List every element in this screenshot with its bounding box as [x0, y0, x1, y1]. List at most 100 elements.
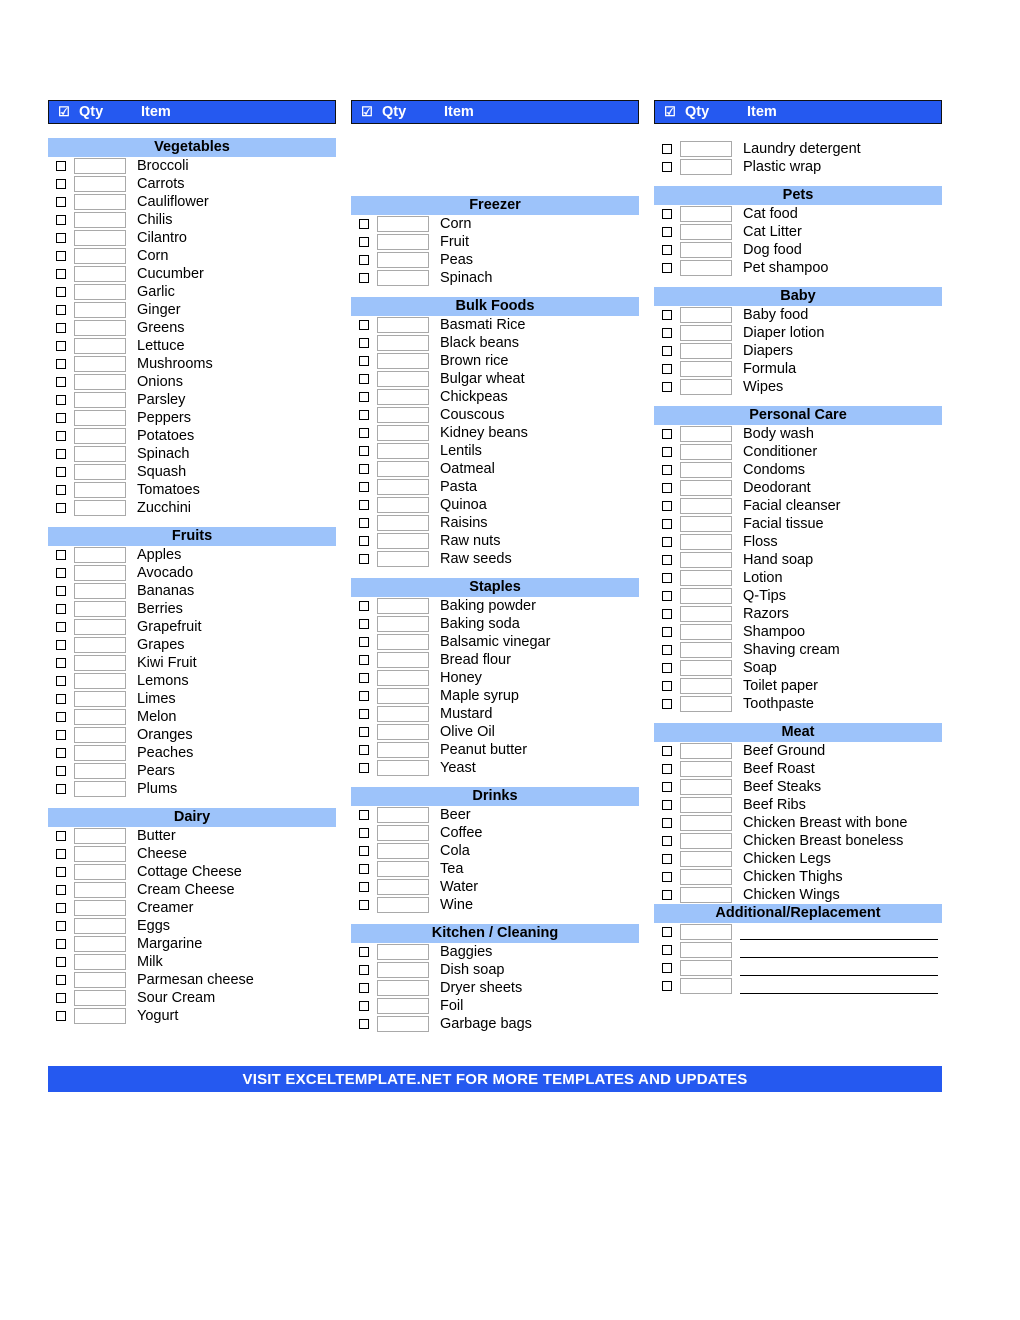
list-item[interactable]: Body wash [654, 425, 942, 443]
checkbox-icon[interactable] [48, 849, 74, 859]
qty-input[interactable] [74, 248, 126, 264]
list-item[interactable]: Plums [48, 780, 336, 798]
list-item[interactable] [654, 959, 942, 977]
checkbox-icon[interactable] [654, 162, 680, 172]
checkbox-icon[interactable] [48, 179, 74, 189]
qty-input[interactable] [377, 760, 429, 776]
checkbox-icon[interactable] [48, 975, 74, 985]
checkbox-icon[interactable] [351, 947, 377, 957]
qty-input[interactable] [74, 601, 126, 617]
checkbox-icon[interactable] [48, 1011, 74, 1021]
qty-input[interactable] [680, 815, 732, 831]
qty-input[interactable] [74, 392, 126, 408]
list-item[interactable]: Cola [351, 842, 639, 860]
qty-input[interactable] [377, 533, 429, 549]
checkbox-icon[interactable] [654, 501, 680, 511]
checkbox-icon[interactable] [48, 586, 74, 596]
qty-input[interactable] [680, 606, 732, 622]
list-item[interactable]: Apples [48, 546, 336, 564]
checkbox-icon[interactable] [351, 518, 377, 528]
qty-input[interactable] [74, 900, 126, 916]
list-item[interactable]: Lettuce [48, 337, 336, 355]
list-item[interactable]: Carrots [48, 175, 336, 193]
checkbox-icon[interactable] [654, 573, 680, 583]
list-item[interactable]: Chickpeas [351, 388, 639, 406]
qty-input[interactable] [377, 598, 429, 614]
qty-input[interactable] [680, 159, 732, 175]
qty-input[interactable] [377, 335, 429, 351]
checkbox-icon[interactable] [654, 746, 680, 756]
qty-input[interactable] [680, 869, 732, 885]
checkbox-icon[interactable] [351, 637, 377, 647]
qty-input[interactable] [377, 688, 429, 704]
list-item[interactable]: Diaper lotion [654, 324, 942, 342]
qty-input[interactable] [74, 655, 126, 671]
checkbox-icon[interactable] [351, 410, 377, 420]
qty-input[interactable] [74, 882, 126, 898]
checkbox-icon[interactable] [351, 601, 377, 611]
qty-input[interactable] [74, 583, 126, 599]
list-item[interactable]: Baby food [654, 306, 942, 324]
list-item[interactable]: Onions [48, 373, 336, 391]
qty-input[interactable] [74, 482, 126, 498]
qty-input[interactable] [680, 924, 732, 940]
qty-input[interactable] [377, 425, 429, 441]
blank-write-in-line[interactable] [740, 925, 938, 940]
qty-input[interactable] [680, 552, 732, 568]
list-item[interactable]: Grapefruit [48, 618, 336, 636]
qty-input[interactable] [377, 980, 429, 996]
list-item[interactable]: Lentils [351, 442, 639, 460]
checkbox-icon[interactable] [48, 640, 74, 650]
list-item[interactable]: Parmesan cheese [48, 971, 336, 989]
checkbox-icon[interactable] [48, 694, 74, 704]
qty-input[interactable] [680, 361, 732, 377]
qty-input[interactable] [377, 652, 429, 668]
qty-input[interactable] [680, 325, 732, 341]
list-item[interactable]: Cauliflower [48, 193, 336, 211]
qty-input[interactable] [377, 742, 429, 758]
qty-input[interactable] [680, 960, 732, 976]
qty-input[interactable] [74, 446, 126, 462]
checkbox-icon[interactable] [654, 328, 680, 338]
qty-input[interactable] [377, 879, 429, 895]
checkbox-icon[interactable] [48, 431, 74, 441]
list-item[interactable]: Facial tissue [654, 515, 942, 533]
list-item[interactable]: Oranges [48, 726, 336, 744]
list-item[interactable]: Dish soap [351, 961, 639, 979]
checkbox-icon[interactable] [351, 273, 377, 283]
checkbox-icon[interactable] [654, 245, 680, 255]
checkbox-icon[interactable] [48, 323, 74, 333]
qty-input[interactable] [680, 588, 732, 604]
checkbox-icon[interactable] [48, 730, 74, 740]
list-item[interactable]: Eggs [48, 917, 336, 935]
list-item[interactable]: Kiwi Fruit [48, 654, 336, 672]
qty-input[interactable] [377, 825, 429, 841]
qty-input[interactable] [74, 500, 126, 516]
checkbox-icon[interactable] [654, 537, 680, 547]
qty-input[interactable] [377, 551, 429, 567]
list-item[interactable]: Tea [351, 860, 639, 878]
list-item[interactable]: Squash [48, 463, 336, 481]
checkbox-icon[interactable] [351, 727, 377, 737]
list-item[interactable]: Peppers [48, 409, 336, 427]
checkbox-icon[interactable] [351, 320, 377, 330]
list-item[interactable]: Zucchini [48, 499, 336, 517]
list-item[interactable]: Toothpaste [654, 695, 942, 713]
qty-input[interactable] [680, 141, 732, 157]
checkbox-icon[interactable] [654, 209, 680, 219]
qty-input[interactable] [74, 410, 126, 426]
qty-input[interactable] [680, 206, 732, 222]
checkbox-icon[interactable] [351, 219, 377, 229]
checkbox-icon[interactable] [654, 818, 680, 828]
checkbox-icon[interactable] [351, 482, 377, 492]
list-item[interactable]: Quinoa [351, 496, 639, 514]
list-item[interactable]: Garlic [48, 283, 336, 301]
checkbox-icon[interactable] [654, 872, 680, 882]
checkbox-icon[interactable] [351, 356, 377, 366]
qty-input[interactable] [74, 230, 126, 246]
qty-input[interactable] [74, 547, 126, 563]
list-item[interactable]: Bulgar wheat [351, 370, 639, 388]
qty-input[interactable] [377, 944, 429, 960]
checkbox-icon[interactable] [48, 604, 74, 614]
list-item[interactable]: Laundry detergent [654, 140, 942, 158]
